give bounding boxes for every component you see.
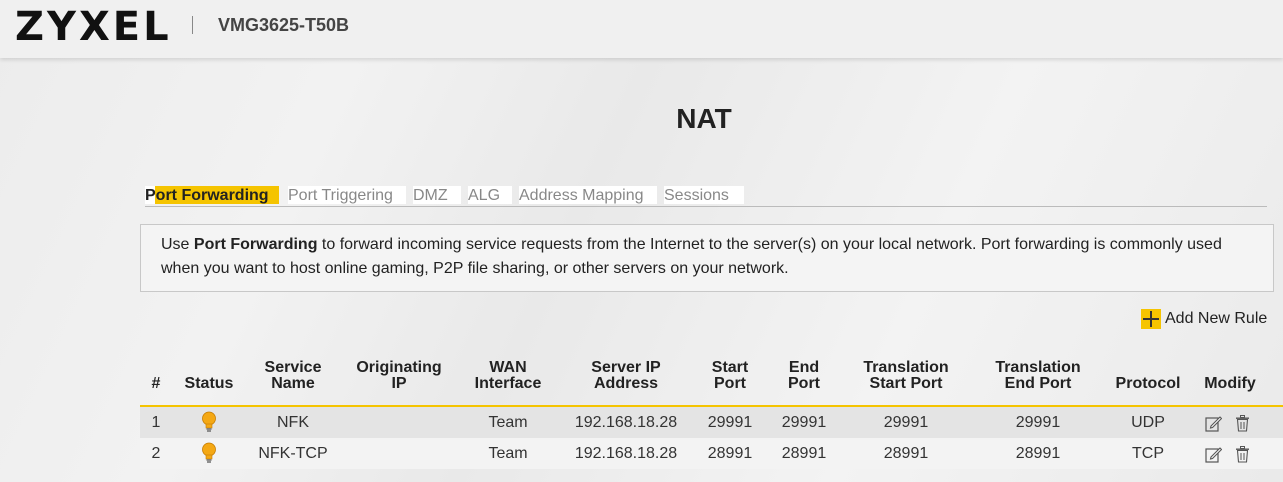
col-modify: Modify: [1204, 375, 1256, 392]
service-name: NFK-TCP: [258, 445, 328, 462]
top-bar: ZYXEL VMG3625-T50B: [0, 0, 1283, 58]
trash-icon[interactable]: [1235, 415, 1250, 432]
col-protocol: Protocol: [1115, 375, 1181, 392]
col-wan-interface: WAN Interface: [474, 359, 542, 392]
add-new-rule-label: Add New Rule: [1165, 310, 1268, 328]
translation-end-port: 29991: [1015, 414, 1061, 431]
plus-icon: [1141, 309, 1161, 329]
row-number: 1: [151, 414, 161, 431]
table-row: 2 NFK-TCP Team 192.168.18.28 28991 28991…: [140, 438, 1283, 469]
server-ip: 192.168.18.28: [574, 414, 678, 431]
translation-start-port: 28991: [883, 445, 929, 462]
edit-icon[interactable]: [1205, 446, 1222, 463]
description-line-1: Use Port Forwarding to forward incoming …: [161, 233, 1253, 257]
col-end-port: End Port: [788, 359, 820, 392]
description-text: to forward incoming service requests fro…: [317, 236, 1222, 253]
col-status: Status: [184, 375, 234, 392]
translation-end-port: 28991: [1015, 445, 1061, 462]
start-port: 28991: [707, 445, 753, 462]
zyxel-logo: ZYXEL: [15, 4, 172, 50]
protocol: TCP: [1132, 445, 1164, 462]
translation-start-port: 29991: [883, 414, 929, 431]
protocol: UDP: [1131, 414, 1165, 431]
col-server-ip: Server IP Address: [591, 359, 661, 392]
col-start-port: Start Port: [711, 359, 749, 392]
page-title: NAT: [676, 103, 732, 134]
end-port: 28991: [781, 445, 827, 462]
wan-interface: Team: [488, 414, 528, 431]
bulb-icon: [202, 411, 216, 432]
bulb-icon: [202, 442, 216, 463]
nat-tabs: Port Forwarding Port Triggering DMZ ALG …: [145, 186, 1267, 207]
description-prefix: Use: [161, 236, 194, 253]
start-port: 29991: [707, 414, 753, 431]
tab-dmz[interactable]: DMZ: [413, 186, 461, 204]
description-bold: Port Forwarding: [193, 236, 318, 253]
table-row: 1 NFK Team 192.168.18.28 29991 29991 299…: [140, 407, 1283, 438]
wan-interface: Team: [488, 445, 528, 462]
col-service-name: Service Name: [264, 359, 322, 392]
trash-icon[interactable]: [1235, 446, 1250, 463]
edit-icon[interactable]: [1205, 415, 1222, 432]
add-new-rule-button[interactable]: Add New Rule: [1141, 309, 1267, 329]
col-originating-ip: Originating IP: [356, 359, 442, 392]
col-translation-start: Translation Start Port: [863, 359, 949, 392]
description-line-2: when you want to host online gaming, P2P…: [161, 260, 789, 277]
col-translation-end: Translation End Port: [995, 359, 1081, 392]
tab-address-mapping[interactable]: Address Mapping: [519, 186, 657, 204]
end-port: 29991: [781, 414, 827, 431]
tab-sessions[interactable]: Sessions: [664, 186, 744, 204]
col-num: #: [151, 375, 161, 392]
tab-port-triggering[interactable]: Port Triggering: [288, 186, 406, 204]
tab-alg[interactable]: ALG: [468, 186, 512, 204]
tab-port-forwarding[interactable]: Port Forwarding: [145, 186, 279, 204]
row-number: 2: [151, 445, 161, 462]
model-name: VMG3625-T50B: [218, 15, 350, 35]
service-name: NFK: [277, 414, 309, 431]
description-box: Use Port Forwarding to forward incoming …: [140, 224, 1274, 292]
header-divider: [192, 16, 193, 34]
server-ip: 192.168.18.28: [574, 445, 678, 462]
